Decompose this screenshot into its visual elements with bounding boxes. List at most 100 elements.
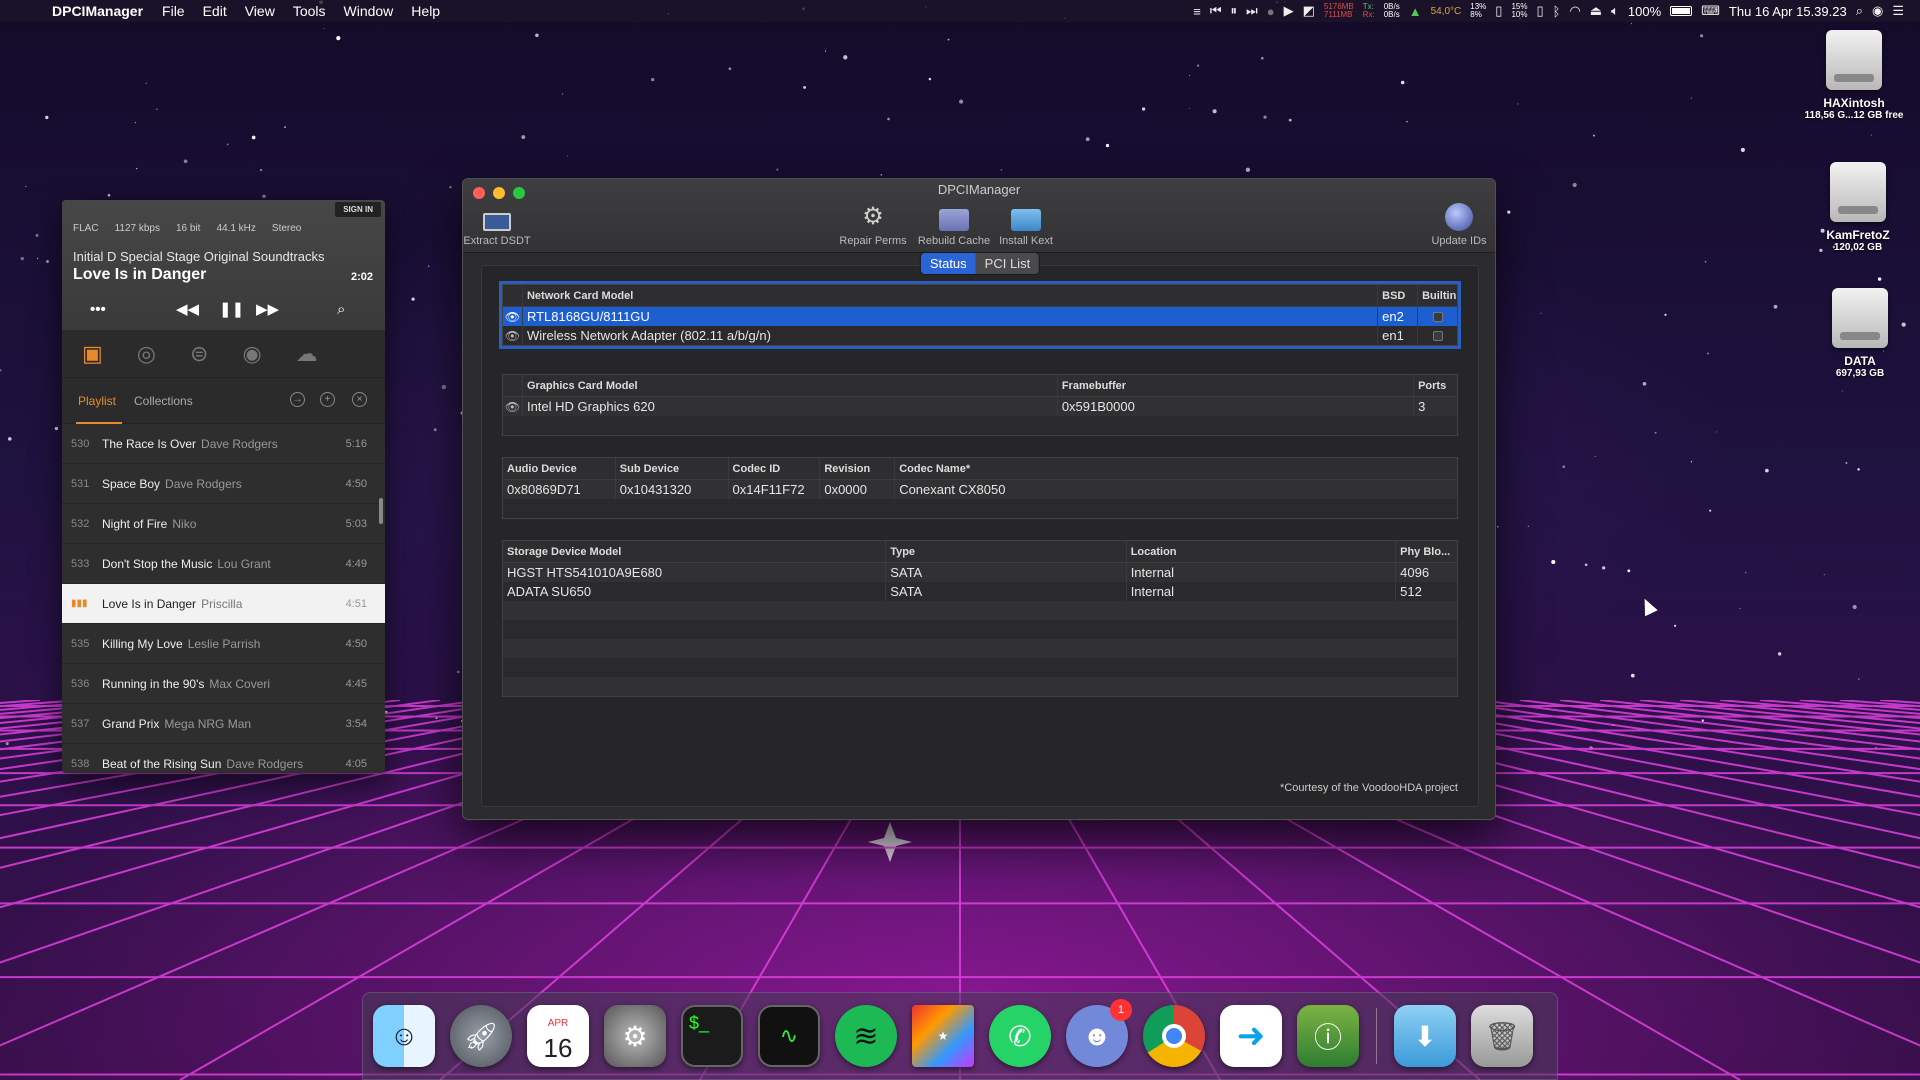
activity-monitor-icon[interactable]: ∿ [758,1005,820,1067]
temperature-readout[interactable]: 54,0°C [1431,6,1462,17]
menu-help[interactable]: Help [402,3,449,19]
menu-file[interactable]: File [153,3,194,19]
column-codec-id[interactable]: Codec ID [729,458,821,479]
close-circle-icon[interactable]: × [352,392,367,407]
column-builtin[interactable]: Builtin [1418,285,1457,306]
tab-collections[interactable]: Collections [134,394,193,408]
column-revision[interactable]: Revision [820,458,896,479]
pause-icon[interactable]: ⏸ [1231,3,1238,19]
system-preferences-icon[interactable]: ⚙ [604,1005,666,1067]
network-labels[interactable]: Tx: Rx: [1363,3,1375,19]
builtin-checkbox[interactable] [1432,311,1443,322]
eye-icon[interactable]: 👁︎ [503,307,523,326]
next-track-icon[interactable]: ⏭ [1246,3,1258,19]
menu-window[interactable]: Window [335,3,403,19]
tab-status[interactable]: Status [920,253,976,274]
audio-table[interactable]: Audio Device Sub Device Codec ID Revisio… [502,457,1458,519]
desktop-disk-kamfretoz[interactable]: KamFretoZ 120,02 GB [1798,162,1918,253]
list-item[interactable]: 531 Space Boy Dave Rodgers 4:50 [62,464,385,504]
list-item[interactable]: 538 Beat of the Rising Sun Dave Rodgers 4:0… [62,744,385,773]
launchpad-icon[interactable]: 🚀︎ [450,1005,512,1067]
table-row[interactable]: ADATA SU650 SATA Internal 512 [503,582,1457,601]
desktop-disk-haxintosh[interactable]: HAXintosh 118,56 G...12 GB free [1794,30,1914,121]
column-ports[interactable]: Ports [1414,375,1457,396]
siri-icon[interactable]: ◉ [1872,3,1883,19]
wifi-icon[interactable]: ◠ [1569,3,1580,19]
bluetooth-icon[interactable]: ᛒ [1553,4,1561,19]
column-network-model[interactable]: Network Card Model [523,285,1379,306]
desktop-disk-data[interactable]: DATA 697,93 GB [1800,288,1920,379]
app-menu[interactable]: DPCIManager [38,3,153,19]
add-circle-icon[interactable]: + [320,392,335,407]
eye-icon[interactable]: 👁︎ [503,326,523,345]
repair-perms-button[interactable]: ⚙ Repair Perms [833,201,913,247]
menu-edit[interactable]: Edit [194,3,236,19]
column-framebuffer[interactable]: Framebuffer [1058,375,1415,396]
list-item[interactable]: 532 Night of Fire Niko 5:03 [62,504,385,544]
playlist-source-icon[interactable]: ▣ [82,341,103,367]
eject-icon[interactable]: ⏏ [1590,3,1602,19]
column-audio-device[interactable]: Audio Device [503,458,616,479]
playlist-scrollbar[interactable] [379,498,383,524]
volume-icon[interactable]: 🔈︎ [1611,3,1619,19]
tab-playlist[interactable]: Playlist [75,394,123,424]
transfer-app-icon[interactable]: ➜ [1220,1005,1282,1067]
storage-table[interactable]: Storage Device Model Type Location Phy B… [502,540,1458,697]
list-item-now-playing[interactable]: ▮▮▮ Love Is in Danger Priscilla 4:51 [62,584,385,624]
builtin-checkbox[interactable] [1432,330,1443,341]
install-kext-button[interactable]: Install Kext [986,201,1066,247]
table-row[interactable]: HGST HTS541010A9E680 SATA Internal 4096 [503,563,1457,582]
search-source-icon[interactable]: ◎ [137,341,156,367]
trash-icon[interactable]: 🗑︎ [1471,1005,1533,1067]
record-icon[interactable]: ● [1267,4,1275,19]
finder-icon[interactable]: ☺ [373,1005,435,1067]
table-row[interactable]: 👁︎ Wireless Network Adapter (802.11 a/b/… [503,326,1457,345]
game-app-icon[interactable]: ★ [912,1005,974,1067]
graphics-table[interactable]: Graphics Card Model Framebuffer Ports 👁︎… [502,374,1458,436]
list-item[interactable]: 533 Don't Stop the Music Lou Grant 4:49 [62,544,385,584]
fast-forward-icon[interactable]: ▶▶ [256,300,279,318]
eye-icon[interactable]: 👁︎ [503,397,523,416]
tab-pci-list[interactable]: PCI List [975,253,1040,274]
discord-icon[interactable]: ☻ 1 [1066,999,1132,1067]
list-item[interactable]: 535 Killing My Love Leslie Parrish 4:50 [62,624,385,664]
spotlight-search-icon[interactable]: ⌕ [1856,3,1863,19]
list-icon[interactable]: ≡ [1193,4,1201,19]
sign-in-button[interactable]: SIGN IN [335,202,381,217]
network-table[interactable]: Network Card Model BSD Builtin 👁︎ RTL816… [502,284,1458,346]
cloud-icon[interactable]: ☁ [296,341,318,367]
list-item[interactable]: 530 The Race Is Over Dave Rodgers 5:16 [62,424,385,464]
rewind-icon[interactable]: ◀◀ [176,300,199,318]
system-information-icon[interactable]: ⓘ [1297,1005,1359,1067]
chrome-icon[interactable] [1143,1005,1205,1067]
table-row[interactable]: 👁︎ RTL8168GU/8111GU en2 [503,307,1457,326]
spotify-icon[interactable]: ≋ [835,1005,897,1067]
update-ids-button[interactable]: Update IDs [1419,201,1495,247]
battery-percent[interactable]: 100% [1628,4,1661,19]
downloads-folder-icon[interactable]: ⬇ [1394,1005,1456,1067]
more-options-icon[interactable]: ••• [90,301,106,318]
podcast-icon[interactable]: ◉ [242,341,261,367]
menu-tools[interactable]: Tools [284,3,335,19]
cpu-stats-b[interactable]: 15% 10% [1511,3,1527,19]
column-location[interactable]: Location [1127,541,1397,562]
column-storage-model[interactable]: Storage Device Model [503,541,887,562]
clock[interactable]: Thu 16 Apr 15.39.23 [1729,4,1847,19]
search-icon[interactable]: ⌕ [337,301,345,318]
terminal-icon[interactable]: $_ [681,1005,743,1067]
graph-icon[interactable]: ◩ [1303,3,1315,19]
whatsapp-icon[interactable]: ✆ [989,1005,1051,1067]
forward-circle-icon[interactable]: → [290,392,305,407]
keyboard-icon[interactable]: ⌨ [1701,3,1720,19]
network-stats[interactable]: 0B/s 0B/s [1384,3,1400,19]
screen-share-icon[interactable]: ▶ [1284,3,1294,19]
column-bsd[interactable]: BSD [1378,285,1419,306]
battery-icon[interactable] [1670,6,1693,16]
table-row[interactable]: 0x80869D71 0x10431320 0x14F11F72 0x0000 … [503,480,1457,499]
cpu-stats-a[interactable]: 13% 8% [1470,3,1486,19]
column-codec-name[interactable]: Codec Name* [895,458,1457,479]
previous-track-icon[interactable]: ⏮ [1210,3,1222,19]
column-type[interactable]: Type [886,541,1127,562]
table-row[interactable]: 👁︎ Intel HD Graphics 620 0x591B0000 3 [503,397,1457,416]
calendar-icon[interactable]: APR 16 [527,1005,589,1067]
